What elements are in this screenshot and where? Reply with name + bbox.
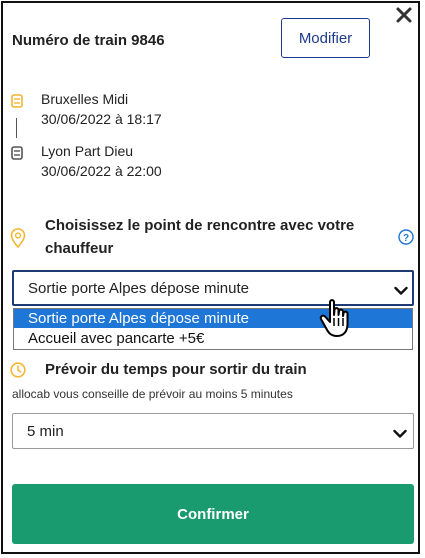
clock-icon [10,362,26,378]
help-icon[interactable]: ? [398,229,414,245]
modify-button[interactable]: Modifier [281,18,370,58]
route-connector [16,118,17,138]
exit-time-hint: allocab vous conseille de prévoir au moi… [12,387,293,401]
close-icon[interactable] [395,6,413,24]
arrival-datetime: 30/06/2022 à 22:00 [41,163,162,179]
exit-time-selected-value: 5 min [27,423,64,440]
departure-datetime: 30/06/2022 à 18:17 [41,111,162,127]
location-pin-icon [10,228,26,249]
confirm-button[interactable]: Confirmer [12,484,414,544]
exit-time-select[interactable]: 5 min [12,413,414,449]
departure-info: Bruxelles Midi 30/06/2022 à 18:17 [41,89,162,129]
departure-station: Bruxelles Midi [41,91,129,107]
arrival-info: Lyon Part Dieu 30/06/2022 à 22:00 [41,141,162,181]
train-start-icon [11,94,23,108]
arrival-station: Lyon Part Dieu [41,143,134,159]
meeting-point-question: Choisissez le point de rencontre avec vo… [45,217,355,257]
chevron-down-icon [393,426,407,438]
chevron-down-icon [394,283,408,295]
svg-text:?: ? [403,233,409,244]
meeting-point-selected-value: Sortie porte Alpes dépose minute [28,280,249,297]
exit-time-title: Prévoir du temps pour sortir du train [45,361,307,378]
train-number-label: Numéro de train 9846 [12,32,165,49]
train-end-icon [11,146,23,160]
hand-cursor-icon [318,296,358,340]
